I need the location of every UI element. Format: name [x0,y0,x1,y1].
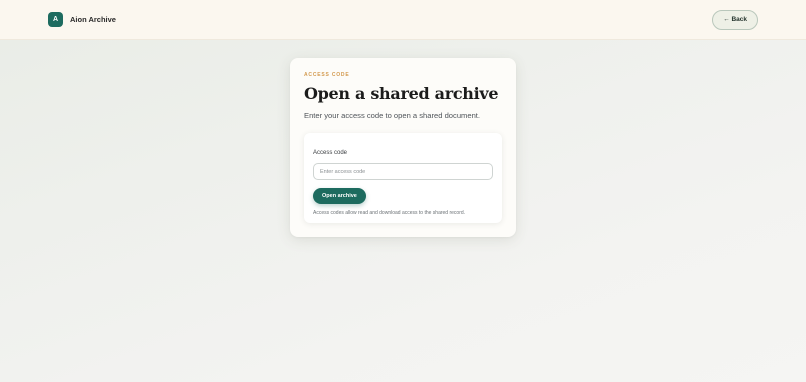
access-note: Access codes allow read and download acc… [313,210,466,216]
brand-logo-icon: A [48,12,63,27]
access-card: ACCESS CODE Open a shared archive Enter … [290,58,516,237]
access-code-input[interactable] [313,163,493,180]
access-code-label: Access code [313,150,348,156]
top-bar: A Aion Archive ← Back [0,0,806,40]
eyebrow-label: ACCESS CODE [304,72,350,78]
open-archive-button[interactable]: Open archive [313,188,366,204]
brand[interactable]: A Aion Archive [48,12,116,27]
page-title: Open a shared archive [304,84,499,103]
access-form: Access code Open archive Access codes al… [304,133,502,223]
page-subtitle: Enter your access code to open a shared … [304,111,481,120]
back-button[interactable]: ← Back [712,9,758,30]
app-name: Aion Archive [70,15,116,24]
